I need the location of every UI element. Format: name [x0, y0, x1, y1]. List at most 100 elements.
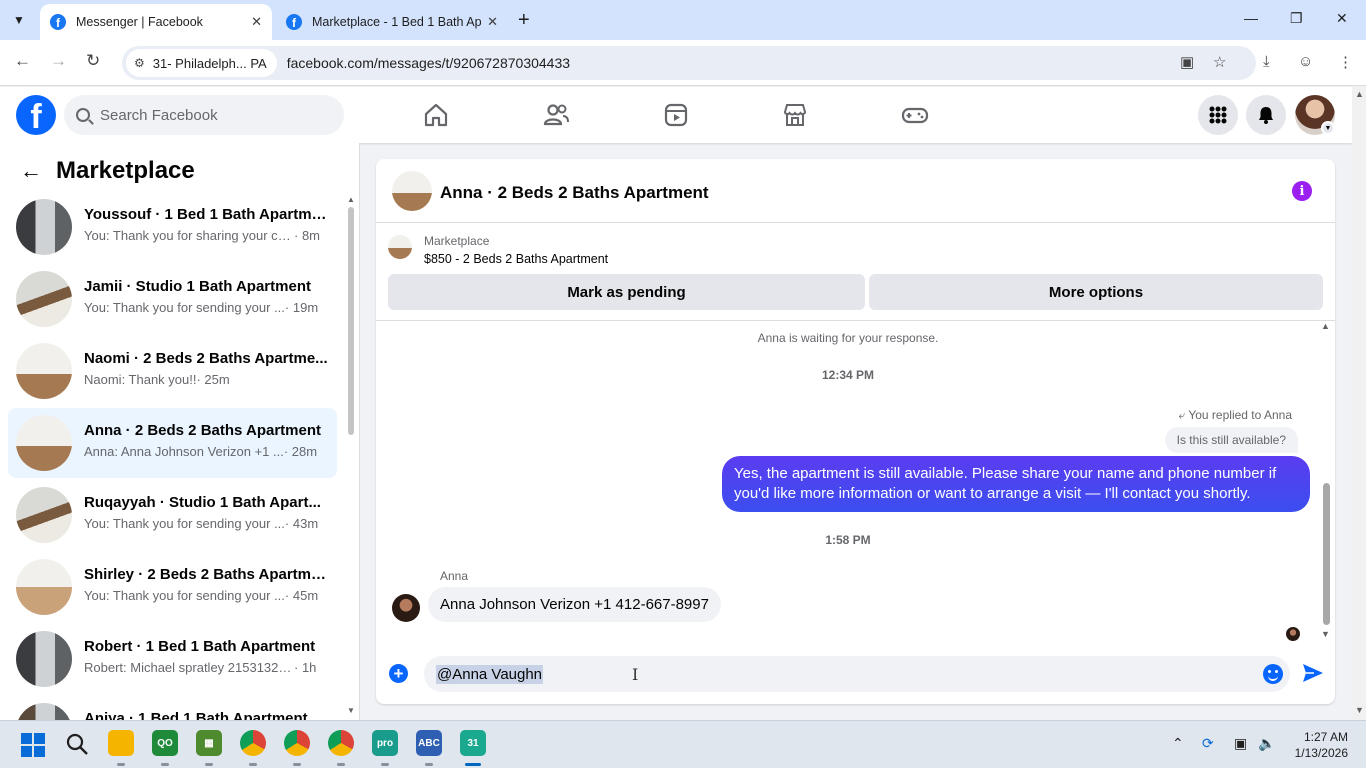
facebook-search[interactable] [64, 95, 344, 135]
scroll-down-icon[interactable]: ▼ [1321, 629, 1330, 639]
close-window-icon[interactable]: ✕ [1336, 10, 1348, 27]
download-icon[interactable]: ⤓ [1263, 53, 1270, 70]
listing-price-title[interactable]: $850 - 2 Beds 2 Baths Apartment [424, 252, 608, 266]
scroll-down-icon[interactable]: ▼ [347, 706, 355, 715]
incoming-message[interactable]: Anna Johnson Verizon +1 412-667-8997 [428, 587, 721, 622]
tab-marketplace[interactable]: f Marketplace - 1 Bed 1 Bath Apa ✕ [276, 4, 508, 40]
listing-thumbnail[interactable] [388, 235, 412, 259]
tab-search-chevron-icon[interactable]: ▼ [6, 7, 32, 33]
home-icon[interactable] [422, 101, 450, 129]
volume-icon[interactable]: 🔈 [1258, 735, 1275, 752]
philadelphia-app-icon[interactable]: 31 [460, 730, 486, 756]
quoted-message[interactable]: Is this still available? [1164, 427, 1298, 453]
conversation-anna[interactable]: Anna · 2 Beds 2 Baths Apartment Anna: An… [8, 408, 337, 478]
chrome-icon[interactable] [240, 730, 266, 756]
conversation-preview: You: Thank you for sending your ... · 45m [84, 588, 319, 603]
chrome-profile-m-icon[interactable] [328, 730, 354, 756]
conversation-name: Jamii · Studio 1 Bath Apartment [84, 278, 311, 295]
conversation-name: Youssouf · 1 Bed 1 Bath Apartment [84, 206, 329, 223]
notifications-bell-icon[interactable] [1246, 95, 1286, 135]
abc-app-icon[interactable]: ABC [416, 730, 442, 756]
outgoing-message[interactable]: Yes, the apartment is still available. P… [722, 456, 1310, 512]
tab-messenger[interactable]: f Messenger | Facebook ✕ [40, 4, 272, 40]
browser-menu-icon[interactable]: ⋮ [1338, 53, 1353, 71]
close-tab-icon[interactable]: ✕ [251, 14, 262, 30]
conversation-youssouf[interactable]: Youssouf · 1 Bed 1 Bath Apartment You: T… [8, 192, 337, 262]
facebook-logo-icon[interactable]: f [16, 95, 56, 135]
network-icon[interactable]: ▣ [1234, 735, 1247, 752]
reply-note: ⤶ You replied to Anna [1178, 408, 1293, 422]
plus-icon[interactable]: + [389, 664, 408, 683]
search-icon[interactable] [65, 732, 89, 756]
scrollbar-thumb[interactable] [1323, 483, 1330, 625]
clock-date: 1/13/2026 [1294, 746, 1348, 760]
quickbooks-icon[interactable]: QO [152, 730, 178, 756]
browser-tab-strip: ▼ f Messenger | Facebook ✕ f Marketplace… [0, 0, 1366, 40]
conversation-name: Ruqayyah · Studio 1 Bath Apart... [84, 494, 321, 511]
bookmark-star-icon[interactable]: ☆ [1213, 53, 1226, 71]
site-info-chip[interactable]: ⚙ 31- Philadelph... PA [126, 49, 277, 77]
facebook-header: f ▼ [0, 87, 1352, 143]
minimize-icon[interactable]: — [1244, 10, 1258, 26]
conversation-robert[interactable]: Robert · 1 Bed 1 Bath Apartment Robert: … [8, 624, 337, 694]
back-icon[interactable]: ← [14, 51, 31, 71]
windows-start-icon[interactable] [21, 733, 45, 757]
sidebar-scrollbar[interactable]: ▲ ▼ [346, 195, 356, 715]
scroll-up-icon[interactable]: ▲ [1321, 321, 1330, 331]
conversation-preview: You: Thank you for sending your ... · 43m [84, 516, 319, 531]
scroll-up-icon[interactable]: ▲ [1355, 89, 1364, 99]
search-input[interactable] [100, 106, 320, 124]
close-tab-icon[interactable]: ✕ [487, 14, 498, 30]
taskbar-indicator [337, 763, 345, 766]
gaming-icon[interactable] [901, 101, 929, 129]
send-icon[interactable] [1302, 663, 1324, 683]
chat-scrollbar[interactable]: ▲ ▼ [1320, 321, 1332, 646]
spreadsheet-app-icon[interactable]: ▦ [196, 730, 222, 756]
info-icon[interactable]: i [1292, 181, 1312, 201]
profile-icon[interactable]: ☺ [1298, 53, 1313, 70]
scrollbar-thumb[interactable] [348, 207, 354, 435]
menu-grid-icon[interactable] [1198, 95, 1238, 135]
omnibox[interactable]: ⚙ 31- Philadelph... PA facebook.com/mess… [122, 46, 1256, 80]
maximize-icon[interactable]: ❐ [1290, 10, 1303, 27]
conversation-ruqayyah[interactable]: Ruqayyah · Studio 1 Bath Apart... You: T… [8, 480, 337, 550]
more-options-button[interactable]: More options [869, 274, 1323, 310]
emoji-icon[interactable] [1263, 664, 1283, 684]
sender-name: Anna [440, 569, 469, 583]
mark-as-pending-button[interactable]: Mark as pending [388, 274, 865, 310]
chat-listing-avatar[interactable] [392, 171, 432, 211]
chat-title[interactable]: Anna · 2 Beds 2 Baths Apartment [440, 183, 709, 203]
video-icon[interactable] [662, 101, 690, 129]
friends-icon[interactable] [542, 101, 570, 129]
page-scrollbar[interactable]: ▲ ▼ [1352, 87, 1366, 720]
taskbar-indicator [293, 763, 301, 766]
taskbar-clock[interactable]: 1:27 AM 1/13/2026 [1290, 729, 1348, 761]
mention-text[interactable]: @Anna Vaughn [436, 664, 544, 684]
reload-icon[interactable]: ↻ [86, 51, 100, 71]
chrome-profile-h-icon[interactable] [284, 730, 310, 756]
install-app-icon[interactable]: ▣ [1180, 53, 1194, 71]
sync-icon[interactable]: ⟳ [1202, 735, 1214, 752]
conversation-jamii[interactable]: Jamii · Studio 1 Bath Apartment You: Tha… [8, 264, 337, 334]
message-input[interactable]: @Anna Vaughn I [424, 656, 1290, 692]
message-composer: + @Anna Vaughn I [376, 651, 1335, 699]
marketplace-icon[interactable] [781, 101, 809, 129]
profile-app-icon[interactable]: pro [372, 730, 398, 756]
conversation-shirley[interactable]: Shirley · 2 Beds 2 Baths Apartme... You:… [8, 552, 337, 622]
address-toolbar: ← → ↻ ⚙ 31- Philadelph... PA facebook.co… [0, 40, 1366, 86]
conversation-naomi[interactable]: Naomi · 2 Beds 2 Baths Apartme... Naomi:… [8, 336, 337, 406]
scroll-up-icon[interactable]: ▲ [347, 195, 355, 204]
conversation-preview: Naomi: Thank you!! · 25m [84, 372, 230, 387]
conversation-preview: Robert: Michael spratley 2153132002 · 1h [84, 660, 317, 675]
sender-avatar[interactable] [392, 594, 420, 622]
marketplace-listing-bar: Marketplace $850 - 2 Beds 2 Baths Apartm… [376, 223, 1335, 321]
scroll-down-icon[interactable]: ▼ [1355, 705, 1364, 715]
file-explorer-icon[interactable] [108, 730, 134, 756]
new-tab-icon[interactable]: + [518, 8, 530, 32]
forward-icon[interactable]: → [50, 51, 67, 71]
conversation-aniya[interactable]: Aniya · 1 Bed 1 Bath Apartment [8, 696, 337, 720]
back-arrow-icon[interactable]: ← [20, 158, 42, 184]
tray-chevron-up-icon[interactable]: ⌃ [1172, 735, 1184, 752]
chevron-down-icon[interactable]: ▼ [1321, 121, 1335, 135]
url-text[interactable]: facebook.com/messages/t/920672870304433 [287, 55, 570, 71]
